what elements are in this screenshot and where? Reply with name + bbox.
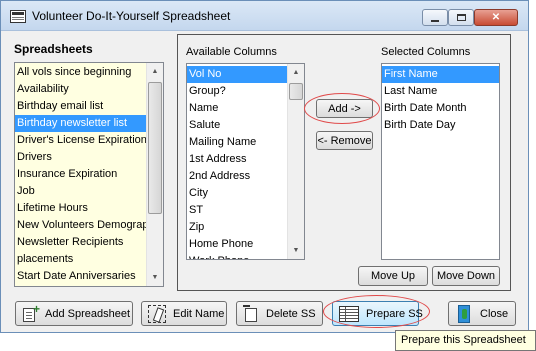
add-spreadsheet-button[interactable]: + Add Spreadsheet [15,301,133,326]
selected-columns-heading: Selected Columns [381,46,471,58]
move-up-button[interactable]: Move Up [358,266,428,286]
selected-columns-list: First Name Last Name Birth Date Month Birth… [382,66,499,134]
spreadsheet-item[interactable]: Birthday email list [15,98,146,115]
maximize-button[interactable] [448,9,474,26]
spreadsheet-icon [10,10,26,23]
minimize-button[interactable] [422,9,448,26]
available-column-item[interactable]: Mailing Name [187,134,287,151]
selected-columns-listbox[interactable]: First Name Last Name Birth Date Month Birth… [381,63,500,260]
spreadsheet-item[interactable]: Availability [15,81,146,98]
available-column-item[interactable]: 1st Address [187,151,287,168]
available-column-item[interactable]: Home Phone [187,236,287,253]
available-columns-list: Vol No Group? Name Salute Mailing Name 1st Ad… [187,66,287,259]
scroll-thumb[interactable] [148,82,162,214]
selected-column-item[interactable]: Last Name [382,83,499,100]
spreadsheet-item[interactable]: Birthday newsletter list [15,115,146,132]
add-button-highlight [304,93,380,124]
selected-column-item[interactable]: Birth Date Day [382,117,499,134]
spreadsheet-item[interactable]: placements [15,251,146,268]
selected-column-item[interactable]: Birth Date Month [382,100,499,117]
prepare-button-highlight [323,295,430,328]
close-icon: ✕ [491,12,501,23]
spreadsheets-heading: Spreadsheets [14,42,93,56]
remove-column-button[interactable]: <- Remove [316,131,373,150]
exit-door-icon [455,304,473,324]
available-column-item[interactable]: Name [187,100,287,117]
spreadsheet-item[interactable]: All vols since beginning [15,64,146,81]
spreadsheet-item[interactable]: Start Date Anniversaries [15,268,146,285]
available-column-item[interactable]: Zip [187,219,287,236]
maximize-icon [456,14,466,21]
available-columns-heading: Available Columns [186,46,277,58]
spreadsheet-item[interactable]: Lifetime Hours [15,200,146,217]
spreadsheet-item[interactable]: Insurance Expiration [15,166,146,183]
spreadsheet-item[interactable]: Newsletter Recipients [15,234,146,251]
scroll-down-arrow-icon[interactable]: ▼ [147,269,163,286]
spreadsheets-listbox[interactable]: All vols since beginning Availability Birt… [14,62,164,287]
close-button[interactable]: Close [448,301,516,326]
move-down-button[interactable]: Move Down [432,266,500,286]
add-document-icon: + [22,303,40,323]
selected-column-item[interactable]: First Name [382,66,499,83]
spreadsheet-item[interactable]: Driver's License Expiration [15,132,146,149]
available-column-item[interactable]: Work Phone [187,253,287,259]
edit-name-button[interactable]: Edit Name [141,301,227,326]
spreadsheet-item[interactable]: Job [15,183,146,200]
available-columns-scrollbar[interactable]: ▲ ▼ [287,64,304,259]
available-column-item[interactable]: Salute [187,117,287,134]
title-bar[interactable]: Volunteer Do-It-Yourself Spreadsheet ✕ [1,1,528,31]
spreadsheet-item[interactable]: Drivers [15,149,146,166]
available-columns-listbox[interactable]: Vol No Group? Name Salute Mailing Name 1st Ad… [186,63,305,260]
spreadsheets-scrollbar[interactable]: ▲ ▼ [146,63,163,286]
spreadsheets-list: All vols since beginning Availability Birt… [15,64,146,286]
window-close-button[interactable]: ✕ [474,9,518,26]
available-column-item[interactable]: ST [187,202,287,219]
scroll-up-arrow-icon[interactable]: ▲ [147,63,163,80]
spreadsheet-item[interactable]: temporary [15,285,146,286]
scroll-thumb[interactable] [289,83,303,100]
scroll-down-arrow-icon[interactable]: ▼ [288,242,304,259]
available-column-item[interactable]: Group? [187,83,287,100]
window-title: Volunteer Do-It-Yourself Spreadsheet [32,9,231,23]
minimize-icon [431,19,439,22]
edit-icon [148,304,166,323]
scroll-up-arrow-icon[interactable]: ▲ [288,64,304,81]
prepare-tooltip: Prepare this Spreadsheet [395,330,536,351]
available-column-item[interactable]: 2nd Address [187,168,287,185]
delete-ss-button[interactable]: Delete SS [236,301,323,326]
main-window: Volunteer Do-It-Yourself Spreadsheet ✕ S… [0,0,529,333]
spreadsheet-item[interactable]: New Volunteers Demograp [15,217,146,234]
available-column-item[interactable]: Vol No [187,66,287,83]
delete-document-icon [243,304,259,323]
available-column-item[interactable]: City [187,185,287,202]
